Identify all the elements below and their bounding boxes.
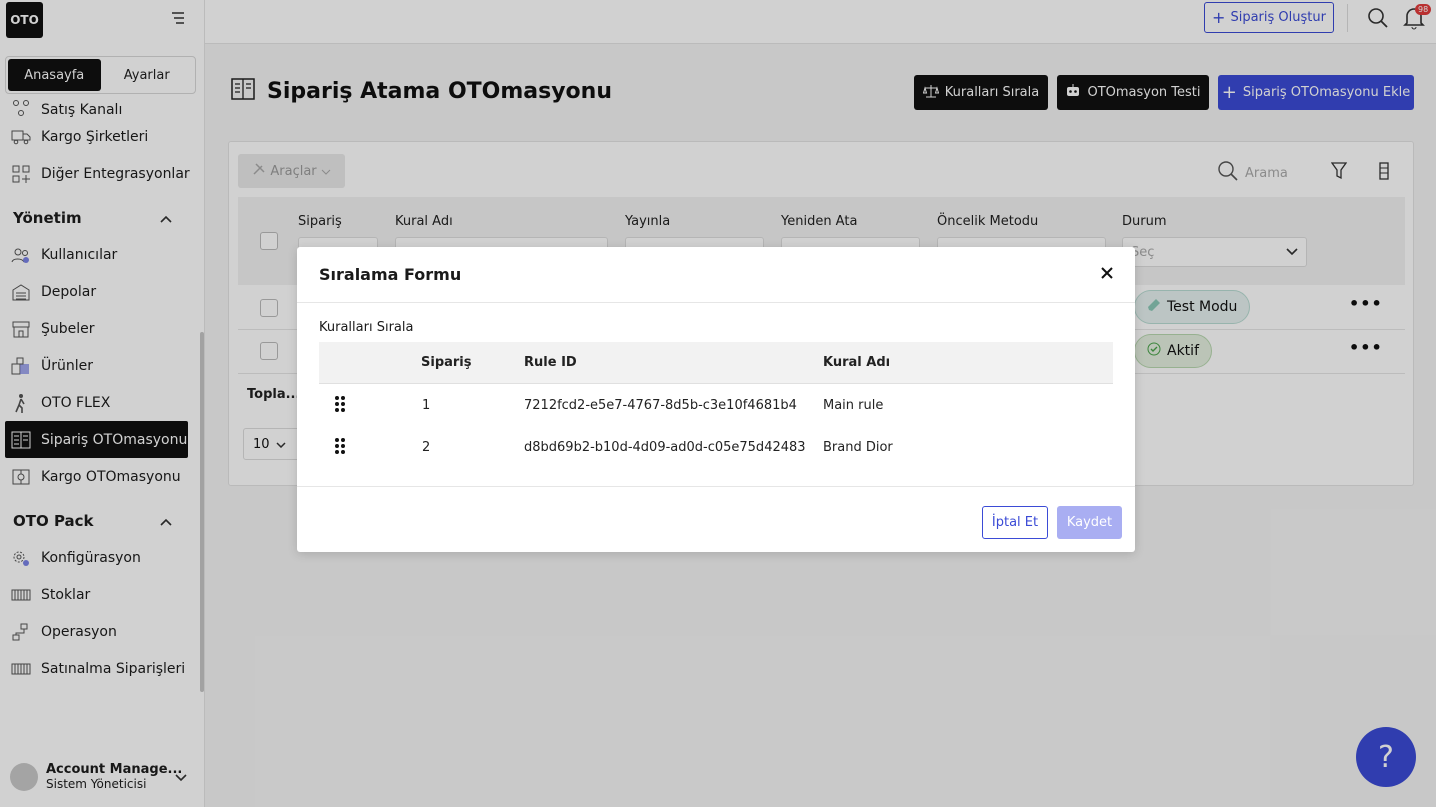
row-rule-name: Main rule [823,398,884,413]
sort-table-header: Sipariş Rule ID Kural Adı [319,342,1113,384]
sort-table-row: 1 7212fcd2-e5e7-4767-8d5b-c3e10f4681b4 M… [319,384,1113,426]
drag-handle-icon[interactable] [334,395,346,417]
modal-divider [297,302,1135,303]
modal-title: Sıralama Formu [319,265,462,284]
cancel-button[interactable]: İptal Et [982,506,1048,539]
row-order: 1 [422,398,431,413]
header-rule-id: Rule ID [524,355,577,370]
row-rule-id: d8bd69b2-b10d-4d09-ad0d-c05e75d42483 [524,440,806,455]
row-rule-name: Brand Dior [823,440,893,455]
row-order: 2 [422,440,431,455]
modal-divider [297,486,1135,487]
row-rule-id: 7212fcd2-e5e7-4767-8d5b-c3e10f4681b4 [524,398,797,413]
header-order: Sipariş [421,355,472,370]
close-icon[interactable] [1101,264,1113,283]
header-rule-name: Kural Adı [823,355,891,370]
section-label: Kuralları Sırala [319,320,414,335]
sort-table-row: 2 d8bd69b2-b10d-4d09-ad0d-c05e75d42483 B… [319,426,1113,468]
save-button[interactable]: Kaydet [1057,506,1122,539]
sort-form-modal: Sıralama Formu Kuralları Sırala Sipariş … [297,247,1135,552]
drag-handle-icon[interactable] [334,437,346,459]
